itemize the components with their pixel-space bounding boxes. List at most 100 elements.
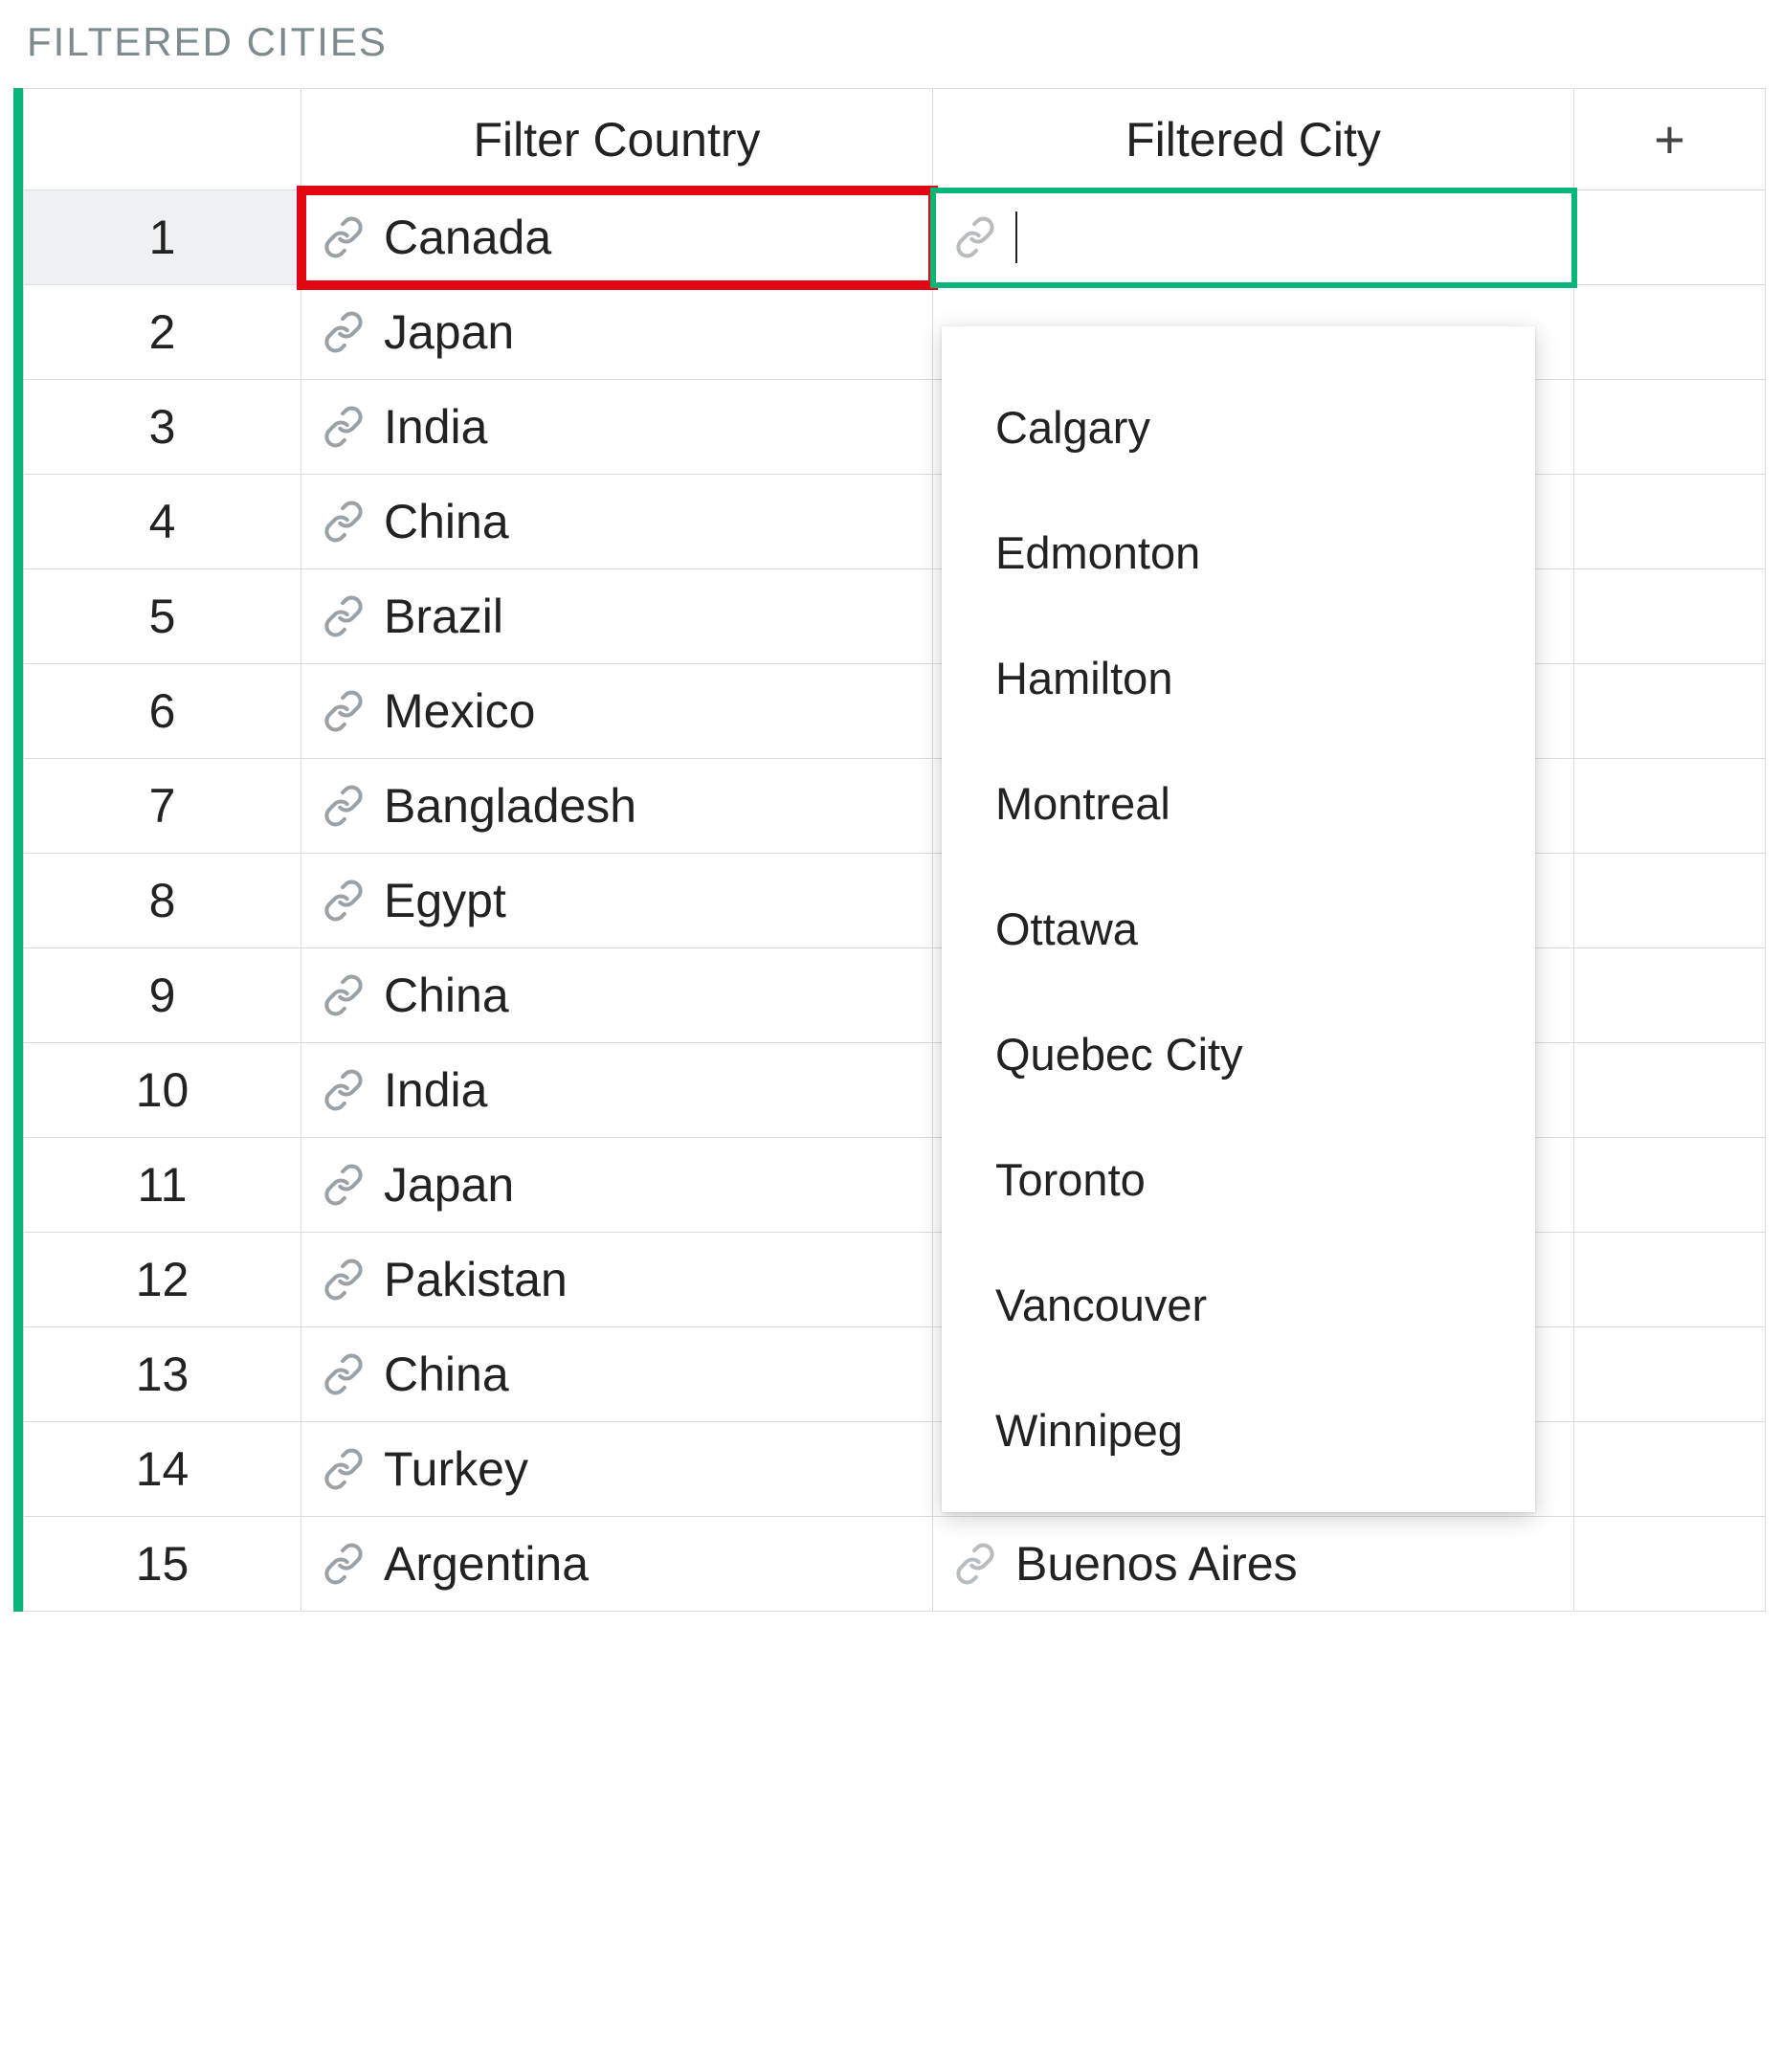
country-cell[interactable]: India — [301, 1043, 933, 1138]
dropdown-option[interactable]: Winnipeg — [942, 1368, 1535, 1493]
empty-cell — [1574, 569, 1766, 664]
empty-cell — [1574, 664, 1766, 759]
row-number[interactable]: 4 — [24, 475, 301, 569]
add-column-button[interactable]: + — [1574, 89, 1766, 190]
empty-cell — [1574, 380, 1766, 475]
country-cell[interactable]: Japan — [301, 285, 933, 380]
country-cell[interactable]: Bangladesh — [301, 759, 933, 854]
link-icon — [323, 216, 365, 258]
country-cell[interactable]: India — [301, 380, 933, 475]
empty-cell — [1574, 285, 1766, 380]
country-cell[interactable]: Mexico — [301, 664, 933, 759]
country-cell[interactable]: Turkey — [301, 1422, 933, 1517]
link-icon — [323, 880, 365, 922]
country-cell[interactable]: Pakistan — [301, 1233, 933, 1327]
link-icon — [323, 1259, 365, 1301]
link-icon — [323, 690, 365, 732]
country-value: Bangladesh — [384, 778, 636, 834]
empty-cell — [1574, 1043, 1766, 1138]
link-icon — [323, 311, 365, 353]
link-icon — [323, 1543, 365, 1585]
text-cursor — [1015, 212, 1017, 263]
empty-cell — [1574, 1233, 1766, 1327]
country-value: Mexico — [384, 683, 535, 739]
country-cell[interactable]: Argentina — [301, 1517, 933, 1612]
city-cell[interactable]: Buenos Aires — [933, 1517, 1574, 1612]
country-value: Japan — [384, 1157, 514, 1213]
country-cell[interactable]: China — [301, 1327, 933, 1422]
empty-cell — [1574, 475, 1766, 569]
country-cell[interactable]: Brazil — [301, 569, 933, 664]
row-number[interactable]: 2 — [24, 285, 301, 380]
empty-cell — [1574, 759, 1766, 854]
column-header-city[interactable]: Filtered City — [933, 89, 1574, 190]
country-cell[interactable]: Canada — [301, 190, 933, 285]
row-number[interactable]: 5 — [24, 569, 301, 664]
dropdown-option[interactable]: Montreal — [942, 741, 1535, 866]
city-value: Buenos Aires — [1015, 1536, 1298, 1592]
link-icon — [323, 1448, 365, 1490]
dropdown-option[interactable]: Toronto — [942, 1117, 1535, 1242]
dropdown-option[interactable]: Quebec City — [942, 991, 1535, 1117]
empty-cell — [1574, 1422, 1766, 1517]
country-cell[interactable]: China — [301, 475, 933, 569]
city-cell-active[interactable] — [933, 190, 1574, 285]
header-row: Filter Country Filtered City + — [24, 89, 1766, 190]
country-value: Argentina — [384, 1536, 589, 1592]
country-value: China — [384, 494, 509, 549]
country-value: Canada — [384, 210, 551, 265]
link-icon — [954, 216, 996, 258]
country-value: Egypt — [384, 873, 506, 928]
country-cell[interactable]: Japan — [301, 1138, 933, 1233]
link-icon — [323, 1164, 365, 1206]
row-number[interactable]: 8 — [24, 854, 301, 948]
country-value: Turkey — [384, 1441, 528, 1497]
empty-cell — [1574, 1327, 1766, 1422]
link-icon — [323, 974, 365, 1016]
table-row: 15 Argentina Buenos Aires — [24, 1517, 1766, 1612]
link-icon — [323, 1069, 365, 1111]
link-icon — [323, 785, 365, 827]
dropdown-option[interactable]: Calgary — [942, 365, 1535, 490]
country-value: China — [384, 968, 509, 1023]
city-dropdown[interactable]: Calgary Edmonton Hamilton Montreal Ottaw… — [942, 326, 1535, 1512]
empty-cell — [1574, 1138, 1766, 1233]
row-number[interactable]: 12 — [24, 1233, 301, 1327]
empty-cell — [1574, 190, 1766, 285]
row-number[interactable]: 10 — [24, 1043, 301, 1138]
column-header-country[interactable]: Filter Country — [301, 89, 933, 190]
country-value: Japan — [384, 304, 514, 360]
section-title: FILTERED CITIES — [13, 19, 1769, 65]
row-number[interactable]: 11 — [24, 1138, 301, 1233]
country-value: India — [384, 399, 487, 455]
country-value: India — [384, 1062, 487, 1118]
country-value: China — [384, 1347, 509, 1402]
row-number[interactable]: 3 — [24, 380, 301, 475]
row-number[interactable]: 9 — [24, 948, 301, 1043]
table-row: 1 Canada — [24, 190, 1766, 285]
row-number-header — [24, 89, 301, 190]
row-number[interactable]: 13 — [24, 1327, 301, 1422]
empty-cell — [1574, 1517, 1766, 1612]
dropdown-option[interactable]: Ottawa — [942, 866, 1535, 991]
row-number[interactable]: 7 — [24, 759, 301, 854]
dropdown-option[interactable]: Edmonton — [942, 490, 1535, 615]
country-cell[interactable]: China — [301, 948, 933, 1043]
filtered-cities-table-wrap: Filter Country Filtered City + 1 Canada — [13, 88, 1766, 1612]
link-icon — [323, 1353, 365, 1395]
row-number[interactable]: 15 — [24, 1517, 301, 1612]
empty-cell — [1574, 854, 1766, 948]
row-number[interactable]: 1 — [24, 190, 301, 285]
empty-cell — [1574, 948, 1766, 1043]
dropdown-option[interactable]: Hamilton — [942, 615, 1535, 741]
link-icon — [954, 1543, 996, 1585]
link-icon — [323, 406, 365, 448]
row-number[interactable]: 14 — [24, 1422, 301, 1517]
link-icon — [323, 501, 365, 543]
country-value: Brazil — [384, 589, 503, 644]
link-icon — [323, 595, 365, 637]
country-value: Pakistan — [384, 1252, 568, 1307]
row-number[interactable]: 6 — [24, 664, 301, 759]
country-cell[interactable]: Egypt — [301, 854, 933, 948]
dropdown-option[interactable]: Vancouver — [942, 1242, 1535, 1368]
